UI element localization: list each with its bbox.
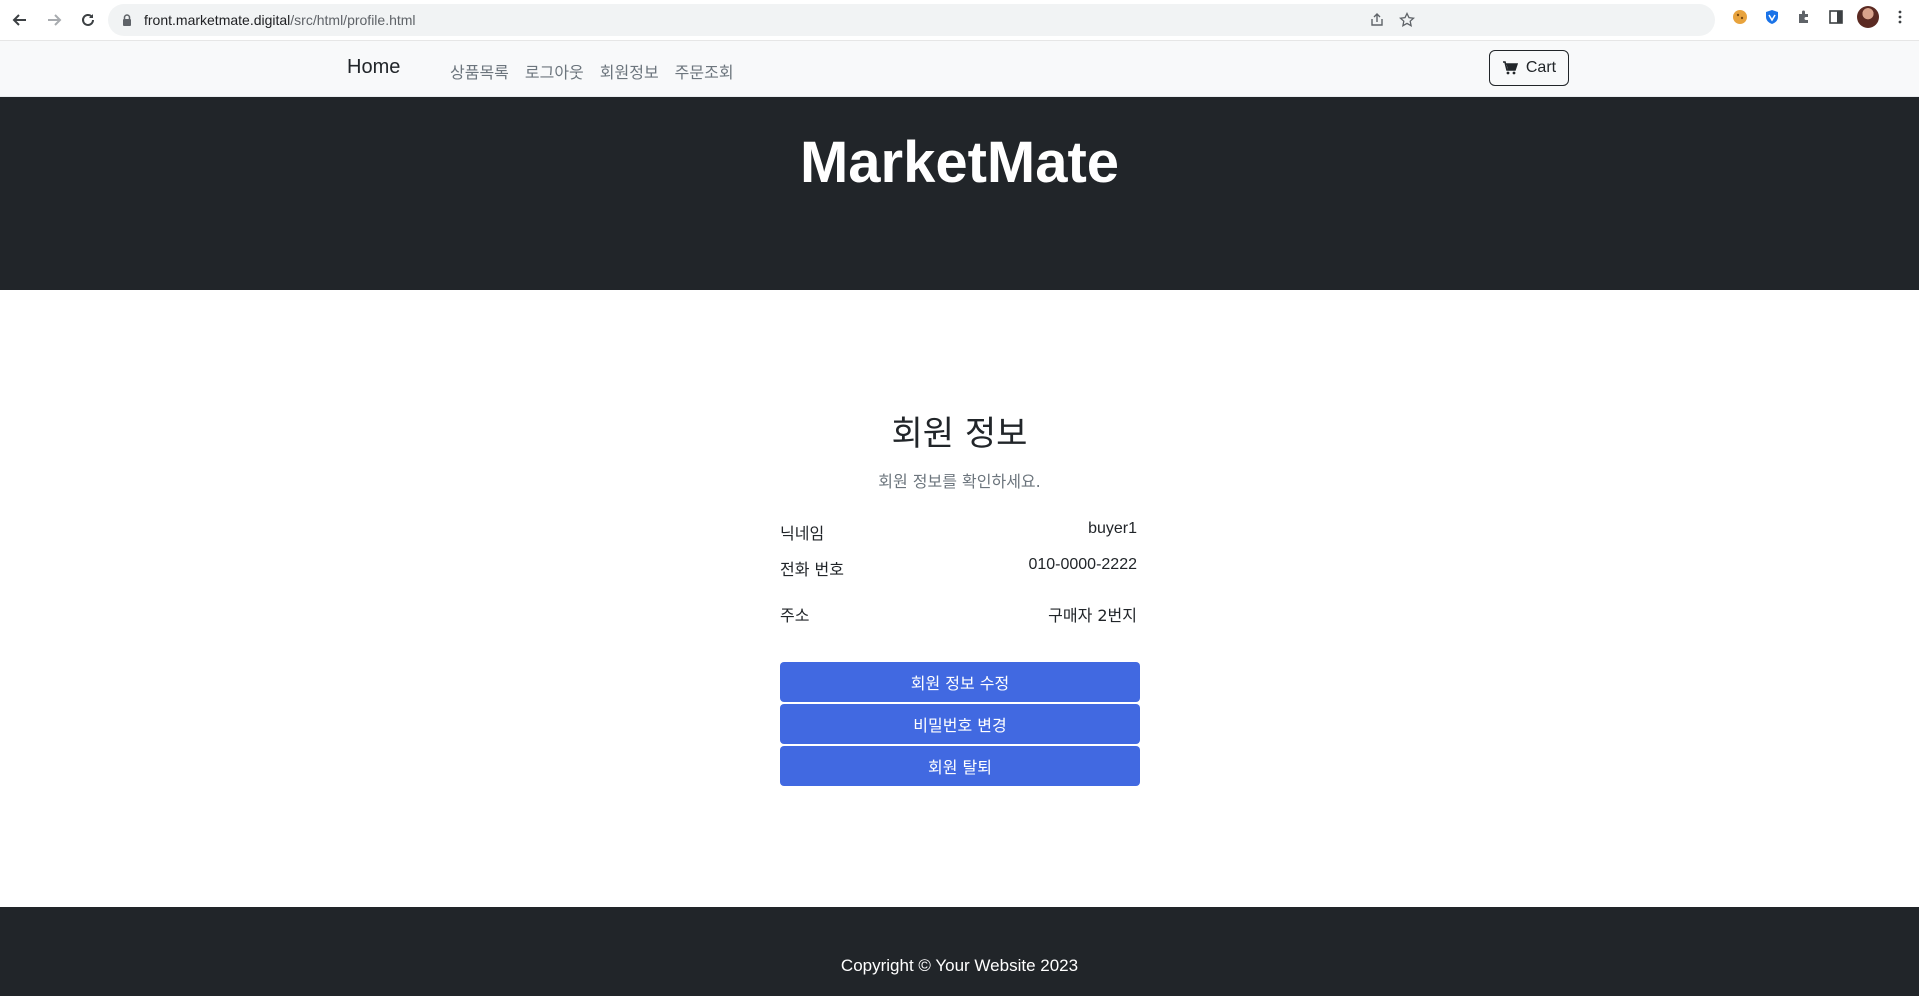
field-value: 010-0000-2222 [1028, 556, 1137, 573]
cart-button[interactable]: Cart [1489, 50, 1569, 86]
profile-avatar[interactable] [1857, 6, 1879, 28]
address-bar[interactable]: front.marketmate.digital/src/html/profil… [108, 4, 1715, 36]
field-value: buyer1 [1088, 520, 1137, 537]
page-title: 회원 정보 [891, 414, 1028, 454]
hero-banner: MarketMate [0, 97, 1919, 290]
field-nickname: 닉네임 buyer1 [780, 520, 1137, 544]
profile-section: 회원 정보 회원 정보를 확인하세요. 닉네임 buyer1 전화 번호 010… [0, 290, 1919, 910]
cart-icon [1502, 61, 1518, 75]
share-icon[interactable] [1369, 12, 1385, 28]
side-panel-icon[interactable] [1825, 6, 1847, 28]
site-footer: Copyright © Your Website 2023 [0, 907, 1919, 996]
nav-item-orders[interactable]: 주문조회 [675, 59, 734, 83]
page-subtitle: 회원 정보를 확인하세요. [878, 472, 1041, 491]
copyright-text: Copyright © Your Website 2023 [840, 956, 1079, 975]
forward-icon[interactable] [40, 6, 68, 34]
site-navbar: Home 상품목록 로그아웃 회원정보 주문조회 Cart [0, 41, 1919, 97]
site-title: MarketMate [799, 130, 1120, 195]
change-password-button[interactable]: 비밀번호 변경 [780, 704, 1140, 744]
nav-item-profile[interactable]: 회원정보 [600, 59, 659, 83]
more-options-icon[interactable] [1889, 6, 1911, 28]
bookmark-star-icon[interactable] [1399, 12, 1415, 28]
cookie-extension-icon[interactable] [1729, 6, 1751, 28]
home-link[interactable]: Home [347, 56, 400, 79]
edit-profile-button[interactable]: 회원 정보 수정 [780, 662, 1140, 702]
field-value: 구매자 2번지 [1048, 606, 1137, 625]
nav-item-products[interactable]: 상품목록 [450, 59, 509, 83]
field-address: 주소 구매자 2번지 [780, 602, 1137, 626]
field-label: 닉네임 [780, 524, 825, 543]
nav-menu: 상품목록 로그아웃 회원정보 주문조회 [450, 59, 734, 83]
puzzle-icon[interactable] [1793, 6, 1815, 28]
withdraw-button[interactable]: 회원 탈퇴 [780, 746, 1140, 786]
url-text: front.marketmate.digital/src/html/profil… [144, 12, 416, 28]
field-label: 전화 번호 [780, 560, 844, 579]
nav-item-logout[interactable]: 로그아웃 [525, 59, 584, 83]
cart-label: Cart [1525, 59, 1557, 76]
lock-icon [123, 14, 131, 26]
field-label: 주소 [780, 606, 810, 625]
shield-extension-icon[interactable] [1761, 6, 1783, 28]
browser-toolbar: front.marketmate.digital/src/html/profil… [0, 0, 1919, 41]
reload-icon[interactable] [74, 6, 102, 34]
back-icon[interactable] [6, 6, 34, 34]
field-phone: 전화 번호 010-0000-2222 [780, 556, 1137, 580]
